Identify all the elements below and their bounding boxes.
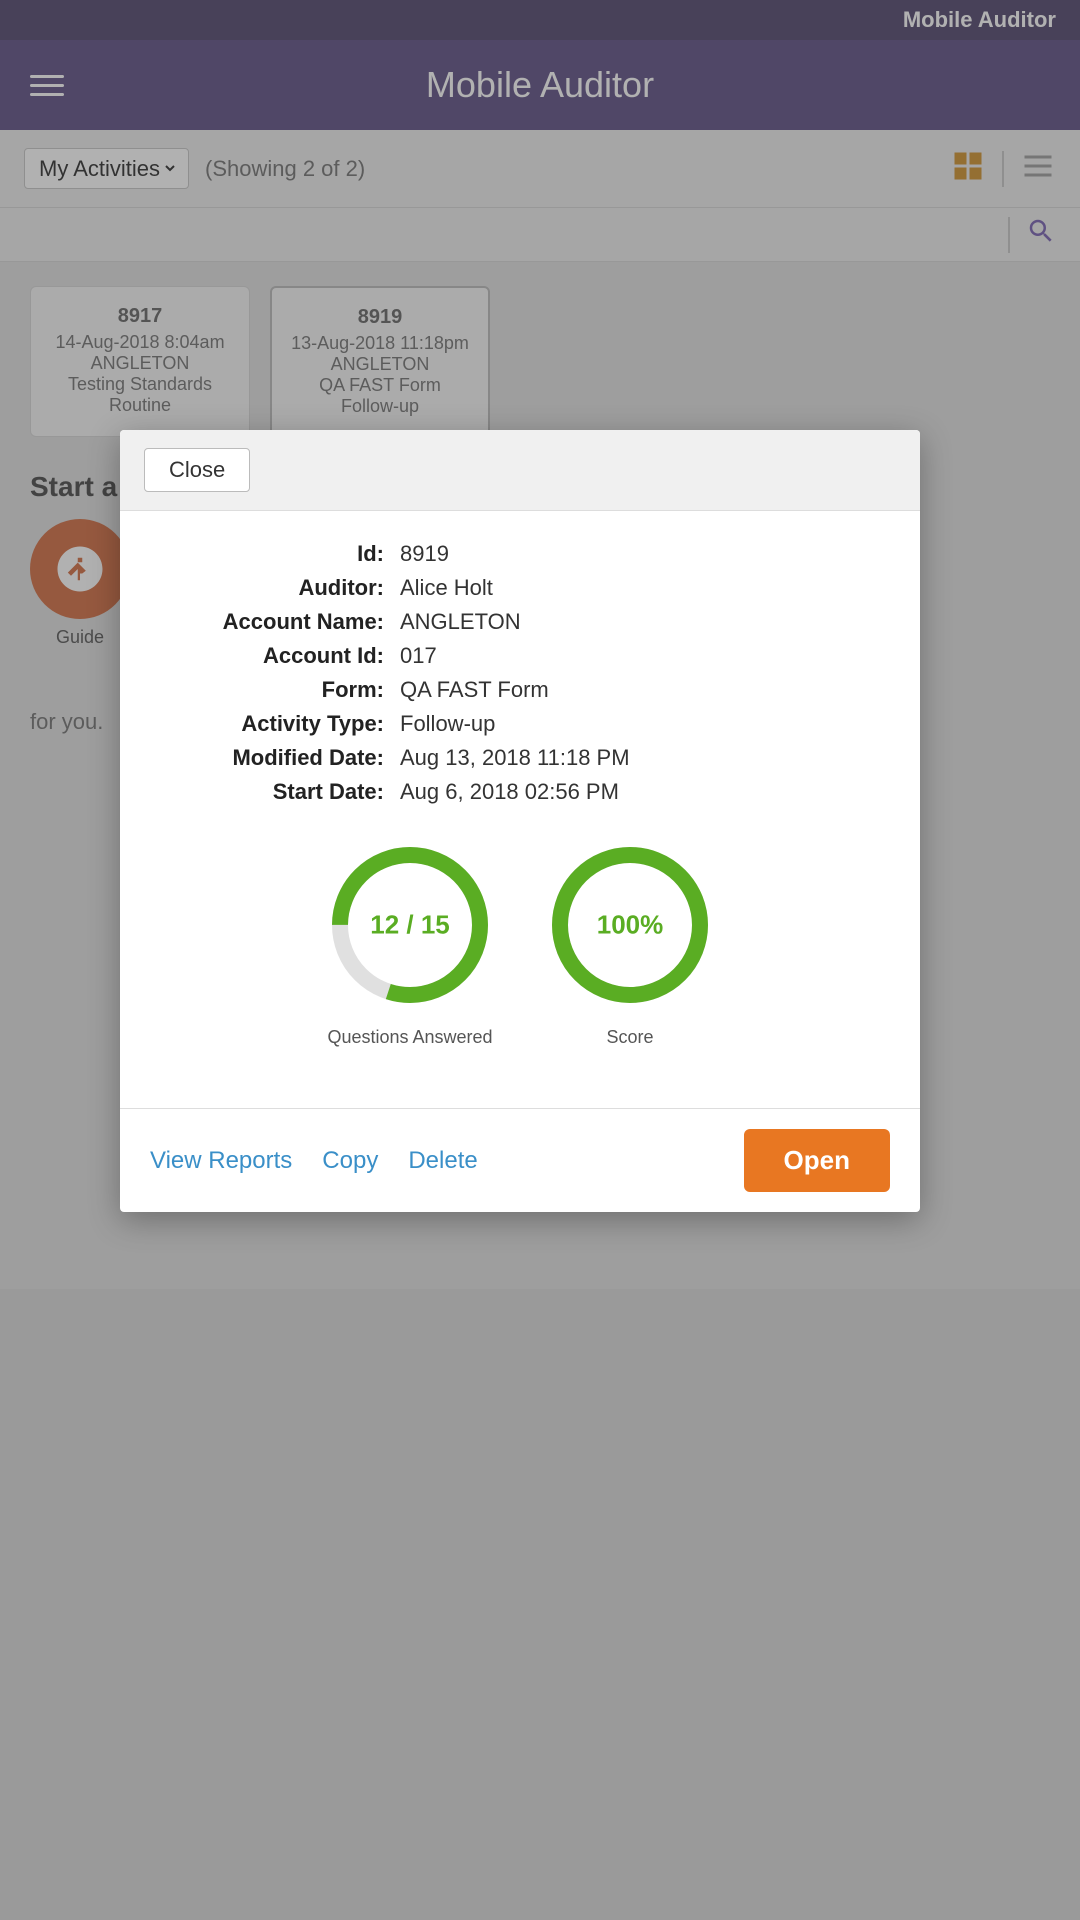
score-chart: 100% Score (540, 835, 720, 1048)
charts-row: 12 / 15 Questions Answered 100% Score (160, 835, 880, 1048)
questions-chart: 12 / 15 Questions Answered (320, 835, 500, 1048)
modal-footer: View Reports Copy Delete Open (120, 1108, 920, 1212)
modal-header: Close (120, 430, 920, 511)
questions-donut: 12 / 15 (320, 835, 500, 1015)
detail-row-form: Form: QA FAST Form (160, 677, 880, 703)
questions-center-text: 12 / 15 (370, 910, 450, 941)
detail-row-modified-date: Modified Date: Aug 13, 2018 11:18 PM (160, 745, 880, 771)
start-date-label: Start Date: (160, 779, 400, 805)
auditor-label: Auditor: (160, 575, 400, 601)
account-name-value: ANGLETON (400, 609, 521, 635)
account-id-value: 017 (400, 643, 437, 669)
auditor-value: Alice Holt (400, 575, 493, 601)
modified-date-label: Modified Date: (160, 745, 400, 771)
detail-row-account-name: Account Name: ANGLETON (160, 609, 880, 635)
account-id-label: Account Id: (160, 643, 400, 669)
modal-body: Id: 8919 Auditor: Alice Holt Account Nam… (120, 511, 920, 1108)
modified-date-value: Aug 13, 2018 11:18 PM (400, 745, 630, 771)
form-value: QA FAST Form (400, 677, 549, 703)
activity-type-label: Activity Type: (160, 711, 400, 737)
score-center-text: 100% (597, 910, 664, 941)
account-name-label: Account Name: (160, 609, 400, 635)
open-button[interactable]: Open (744, 1129, 890, 1192)
modal-close-button[interactable]: Close (144, 448, 250, 492)
form-label: Form: (160, 677, 400, 703)
id-label: Id: (160, 541, 400, 567)
modal-dialog: Close Id: 8919 Auditor: Alice Holt Accou… (120, 430, 920, 1212)
copy-button[interactable]: Copy (322, 1147, 378, 1175)
activity-type-value: Follow-up (400, 711, 495, 737)
detail-row-id: Id: 8919 (160, 541, 880, 567)
detail-row-start-date: Start Date: Aug 6, 2018 02:56 PM (160, 779, 880, 805)
detail-table: Id: 8919 Auditor: Alice Holt Account Nam… (160, 541, 880, 805)
detail-row-account-id: Account Id: 017 (160, 643, 880, 669)
score-donut: 100% (540, 835, 720, 1015)
detail-row-activity-type: Activity Type: Follow-up (160, 711, 880, 737)
score-chart-label: Score (606, 1027, 653, 1048)
id-value: 8919 (400, 541, 449, 567)
start-date-value: Aug 6, 2018 02:56 PM (400, 779, 619, 805)
questions-chart-label: Questions Answered (327, 1027, 492, 1048)
detail-row-auditor: Auditor: Alice Holt (160, 575, 880, 601)
delete-button[interactable]: Delete (408, 1147, 477, 1175)
view-reports-button[interactable]: View Reports (150, 1147, 292, 1175)
